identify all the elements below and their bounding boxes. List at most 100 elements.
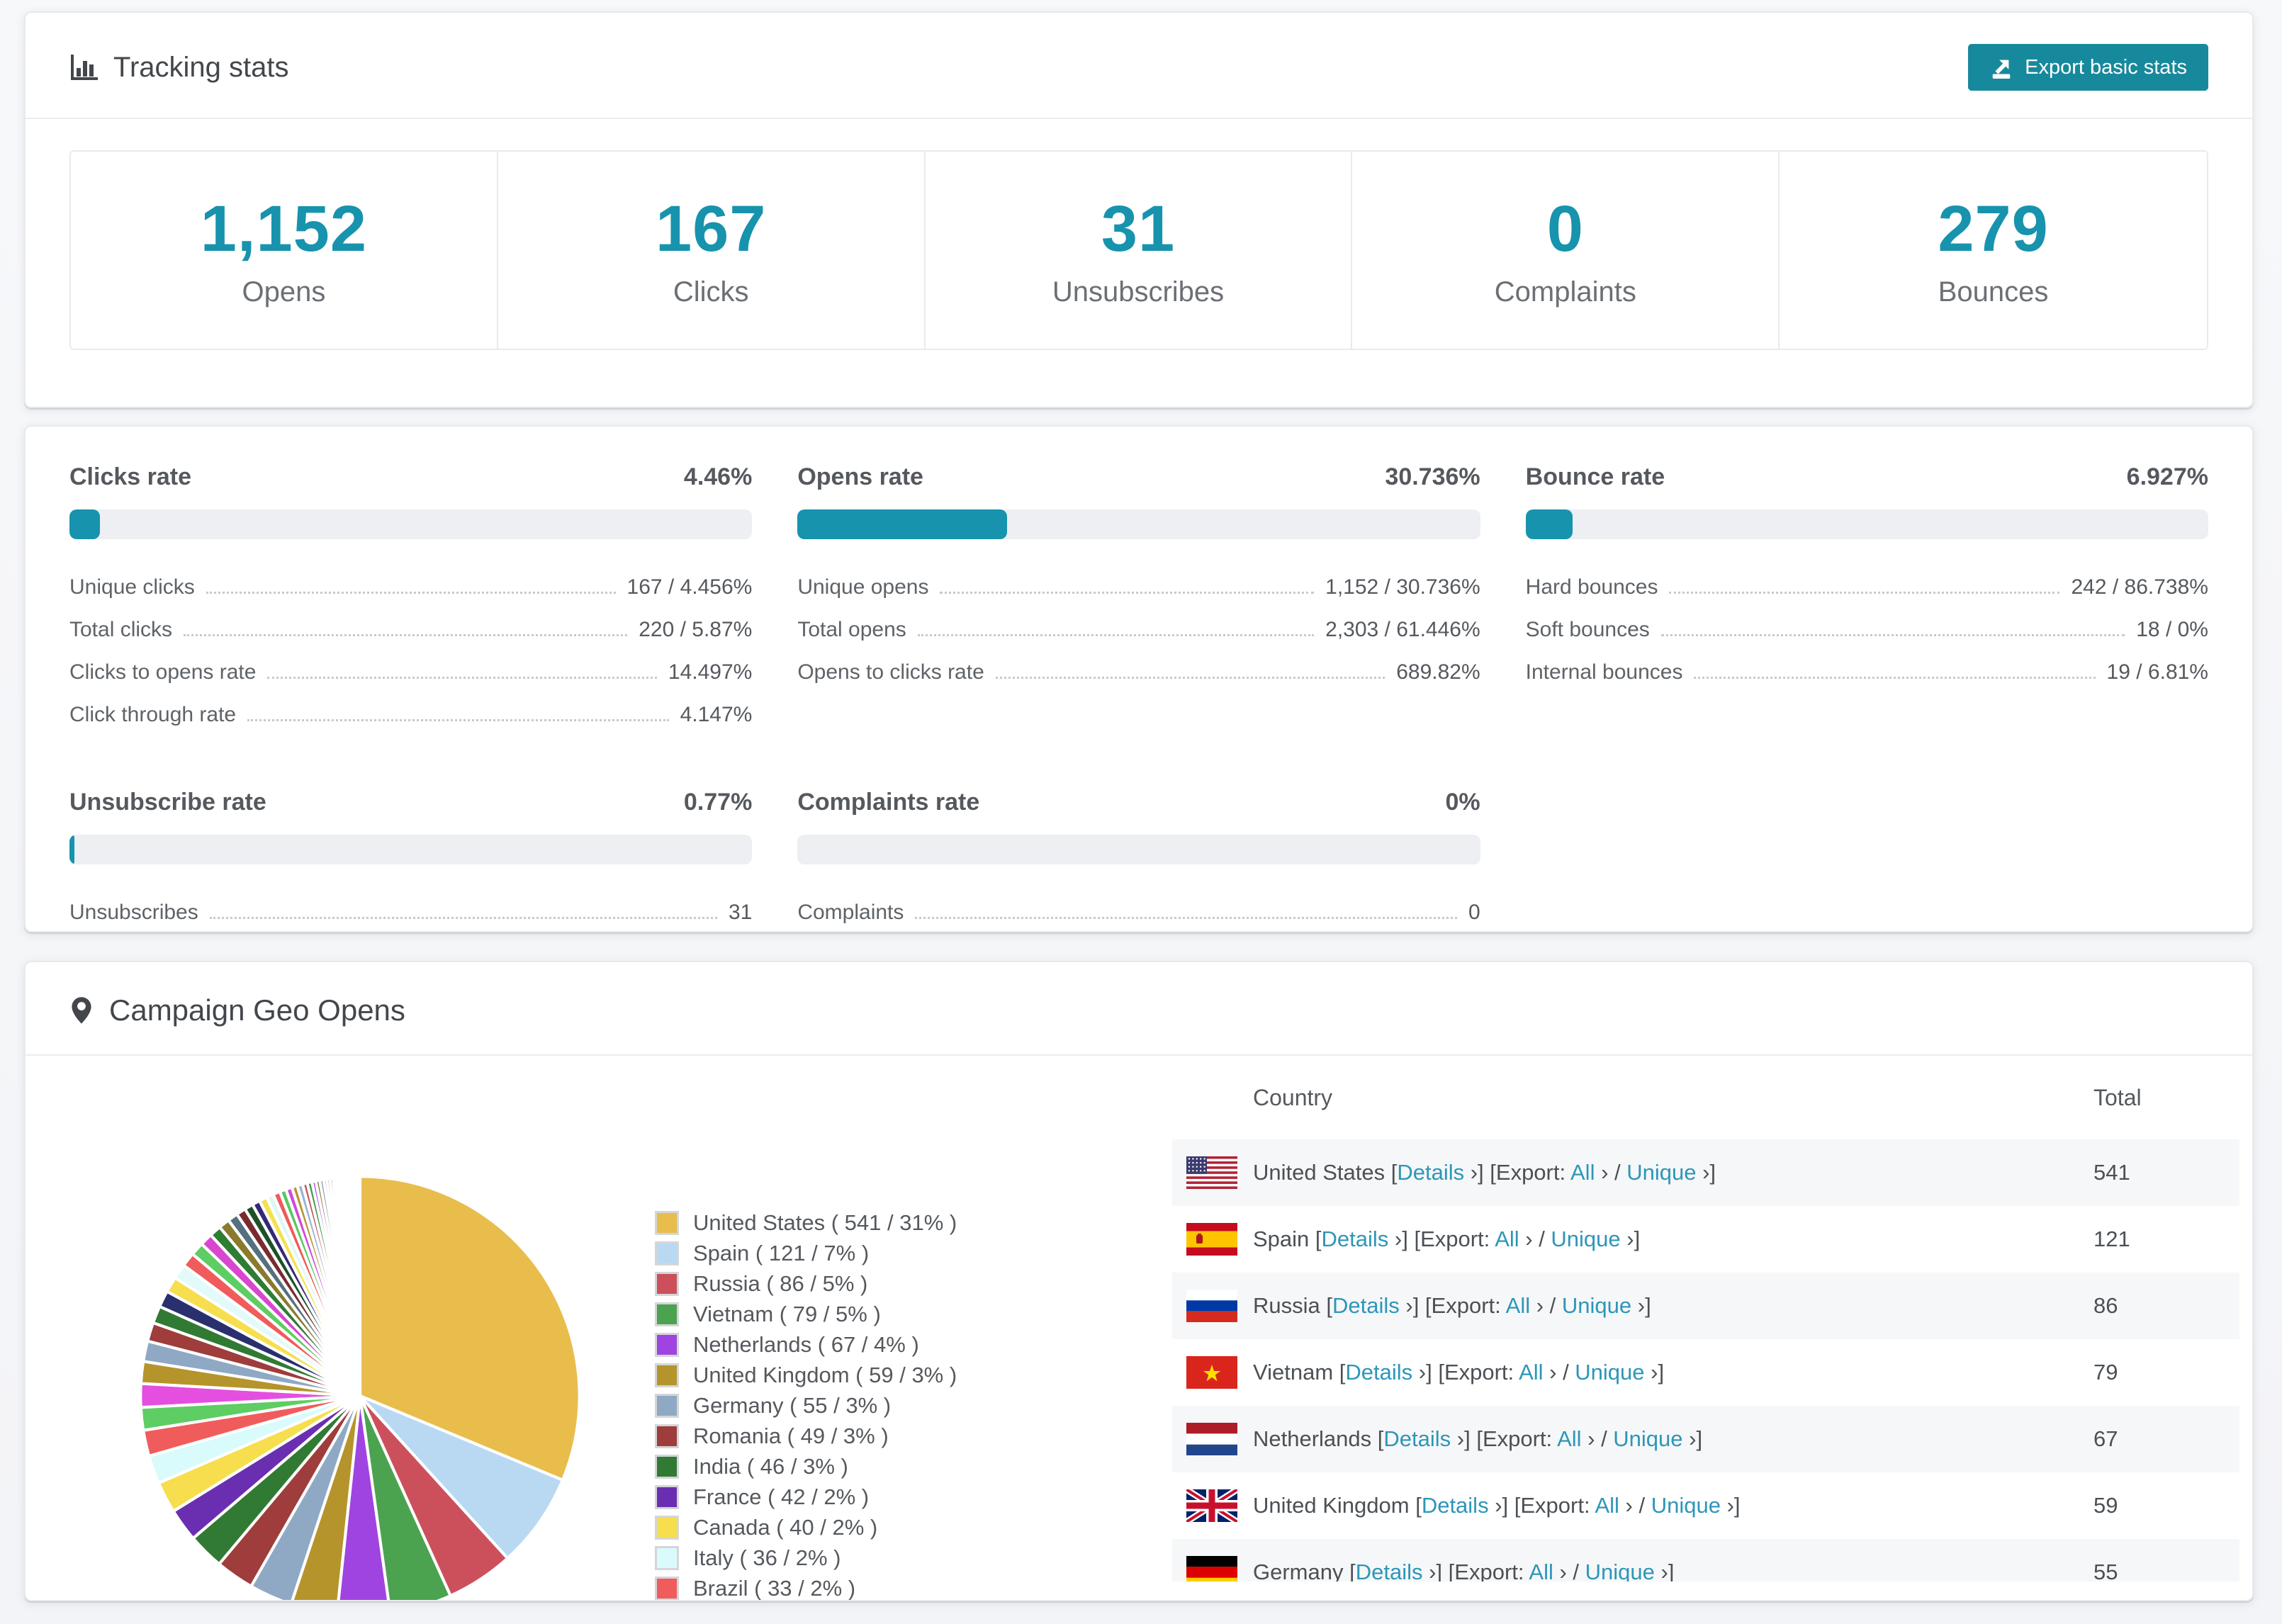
- rate-row-value: 1,152 / 30.736%: [1325, 575, 1480, 599]
- legend-swatch: [655, 1423, 679, 1448]
- rate-row-label: Clicks to opens rate: [69, 660, 257, 684]
- rate-section-header: Unsubscribe rate 0.77%: [69, 789, 752, 816]
- rate-title: Bounce rate: [1525, 463, 1665, 490]
- country-total: 59: [2093, 1493, 2118, 1518]
- rate-row-label: Complaints: [797, 901, 904, 924]
- details-link[interactable]: Details: [1322, 1227, 1389, 1251]
- rate-value: 0%: [1445, 789, 1480, 816]
- rate-row-value: 220 / 5.87%: [639, 618, 753, 641]
- export-unique-link[interactable]: Unique: [1562, 1293, 1631, 1318]
- rate-row: Soft bounces 18 / 0%: [1526, 609, 2208, 651]
- rates-card: Clicks rate 4.46% Unique clicks 167 / 4.456…: [24, 425, 2254, 932]
- column-header-country: Country: [1253, 1084, 1333, 1110]
- stat-value: 1,152: [200, 193, 368, 265]
- country-total: 79: [2093, 1360, 2118, 1385]
- legend-item: Russia ( 86 / 5% ): [655, 1268, 957, 1299]
- country-name: Spain: [1253, 1227, 1315, 1251]
- legend-label: Italy ( 36 / 2% ): [693, 1545, 841, 1570]
- legend-swatch: [655, 1302, 679, 1326]
- export-all-link[interactable]: All: [1557, 1426, 1581, 1451]
- geo-body: United States ( 541 / 31% ) Spain ( 121 /…: [26, 1056, 2252, 1600]
- stat-label: Opens: [242, 276, 326, 308]
- rate-row-value: 689.82%: [1396, 660, 1480, 684]
- export-unique-link[interactable]: Unique: [1575, 1360, 1644, 1385]
- export-all-link[interactable]: All: [1570, 1160, 1595, 1185]
- rate-row-value: 4.147%: [680, 703, 753, 726]
- stat-label: Unsubscribes: [1052, 276, 1225, 308]
- stat-box-bounces: 279 Bounces: [1780, 152, 2207, 349]
- dotted-leader: [247, 719, 669, 721]
- legend-swatch: [655, 1484, 679, 1509]
- country-cell: Netherlands [Details ›] [Export: All › /…: [1253, 1426, 1703, 1451]
- export-all-link[interactable]: All: [1595, 1493, 1619, 1518]
- rate-row-label: Unique clicks: [69, 575, 195, 599]
- export-button-label: Export basic stats: [2025, 55, 2187, 79]
- legend-item: Vietnam ( 79 / 5% ): [655, 1299, 957, 1329]
- dotted-leader: [915, 917, 1457, 919]
- flag-de-icon: [1186, 1556, 1237, 1581]
- legend-swatch: [655, 1241, 679, 1265]
- tracking-stats-card: Tracking stats Export basic stats 1,152 O…: [24, 11, 2254, 408]
- table-row: United States [Details ›] [Export: All ›…: [1172, 1139, 2239, 1206]
- stat-box-complaints: 0 Complaints: [1352, 152, 1780, 349]
- flag-ru-icon: [1186, 1290, 1237, 1322]
- legend-swatch: [655, 1515, 679, 1540]
- rate-title: Clicks rate: [69, 463, 191, 490]
- legend-swatch: [655, 1271, 679, 1296]
- legend-swatch: [655, 1545, 679, 1570]
- details-link[interactable]: Details: [1422, 1493, 1489, 1518]
- stat-label: Clicks: [673, 276, 749, 308]
- export-unique-link[interactable]: Unique: [1651, 1493, 1721, 1518]
- rate-row-label: Hard bounces: [1525, 575, 1658, 599]
- flag-es-icon: [1186, 1223, 1237, 1256]
- export-unique-link[interactable]: Unique: [1585, 1560, 1655, 1581]
- table-row: Russia [Details ›] [Export: All › / Uniq…: [1172, 1273, 2239, 1339]
- export-basic-stats-button[interactable]: Export basic stats: [1968, 44, 2208, 91]
- export-label: Export:: [1454, 1560, 1529, 1581]
- details-link[interactable]: Details: [1356, 1560, 1423, 1581]
- rate-row-value: 2,303 / 61.446%: [1325, 618, 1480, 641]
- export-all-link[interactable]: All: [1519, 1360, 1543, 1385]
- page-title: Tracking stats: [113, 51, 289, 83]
- rate-section-unsubscribe-rate: Unsubscribe rate 0.77% Unsubscribes 31: [69, 789, 753, 934]
- rates-grid: Clicks rate 4.46% Unique clicks 167 / 4.456…: [26, 427, 2252, 971]
- progress-bar-track: [1525, 509, 2208, 539]
- stat-box-clicks: 167 Clicks: [498, 152, 926, 349]
- campaign-geo-opens-card: Campaign Geo Opens United States ( 541 /…: [24, 961, 2254, 1601]
- country-cell: Vietnam [Details ›] [Export: All › / Uni…: [1253, 1360, 1665, 1385]
- details-link[interactable]: Details: [1397, 1160, 1464, 1185]
- export-unique-link[interactable]: Unique: [1551, 1227, 1620, 1251]
- rate-row-label: Internal bounces: [1525, 660, 1683, 684]
- country-name: Russia: [1253, 1293, 1327, 1318]
- dotted-leader: [917, 634, 1315, 636]
- rate-row-value: 0: [1468, 901, 1480, 924]
- export-label: Export:: [1420, 1227, 1495, 1251]
- export-unique-link[interactable]: Unique: [1613, 1426, 1682, 1451]
- pie-chart-svg: [139, 1175, 581, 1600]
- details-link[interactable]: Details: [1345, 1360, 1412, 1385]
- dotted-leader: [1660, 634, 2125, 636]
- legend-swatch: [655, 1332, 679, 1357]
- rate-row: Total opens 2,303 / 61.446%: [797, 609, 1480, 651]
- dotted-leader: [995, 677, 1386, 679]
- export-all-link[interactable]: All: [1506, 1293, 1530, 1318]
- progress-bar-track: [797, 835, 1480, 864]
- rate-row: Internal bounces 19 / 6.81%: [1526, 651, 2208, 694]
- country-name: United Kingdom: [1253, 1493, 1416, 1518]
- export-all-link[interactable]: All: [1529, 1560, 1553, 1581]
- tracking-stats-title: Tracking stats: [69, 52, 288, 84]
- export-label: Export:: [1482, 1426, 1558, 1451]
- flag-us-icon: [1186, 1156, 1237, 1189]
- dotted-leader: [206, 592, 616, 594]
- details-link[interactable]: Details: [1383, 1426, 1451, 1451]
- rate-title: Opens rate: [797, 463, 923, 490]
- export-all-link[interactable]: All: [1495, 1227, 1519, 1251]
- export-label: Export:: [1520, 1493, 1595, 1518]
- details-link[interactable]: Details: [1332, 1293, 1400, 1318]
- rate-row-label: Opens to clicks rate: [797, 660, 984, 684]
- export-unique-link[interactable]: Unique: [1626, 1160, 1696, 1185]
- legend-item: United Kingdom ( 59 / 3% ): [655, 1360, 957, 1390]
- dotted-leader: [1669, 592, 2060, 594]
- rate-row: Unsubscribes 31: [69, 891, 752, 934]
- rate-section-clicks-rate: Clicks rate 4.46% Unique clicks 167 / 4.456…: [69, 463, 753, 736]
